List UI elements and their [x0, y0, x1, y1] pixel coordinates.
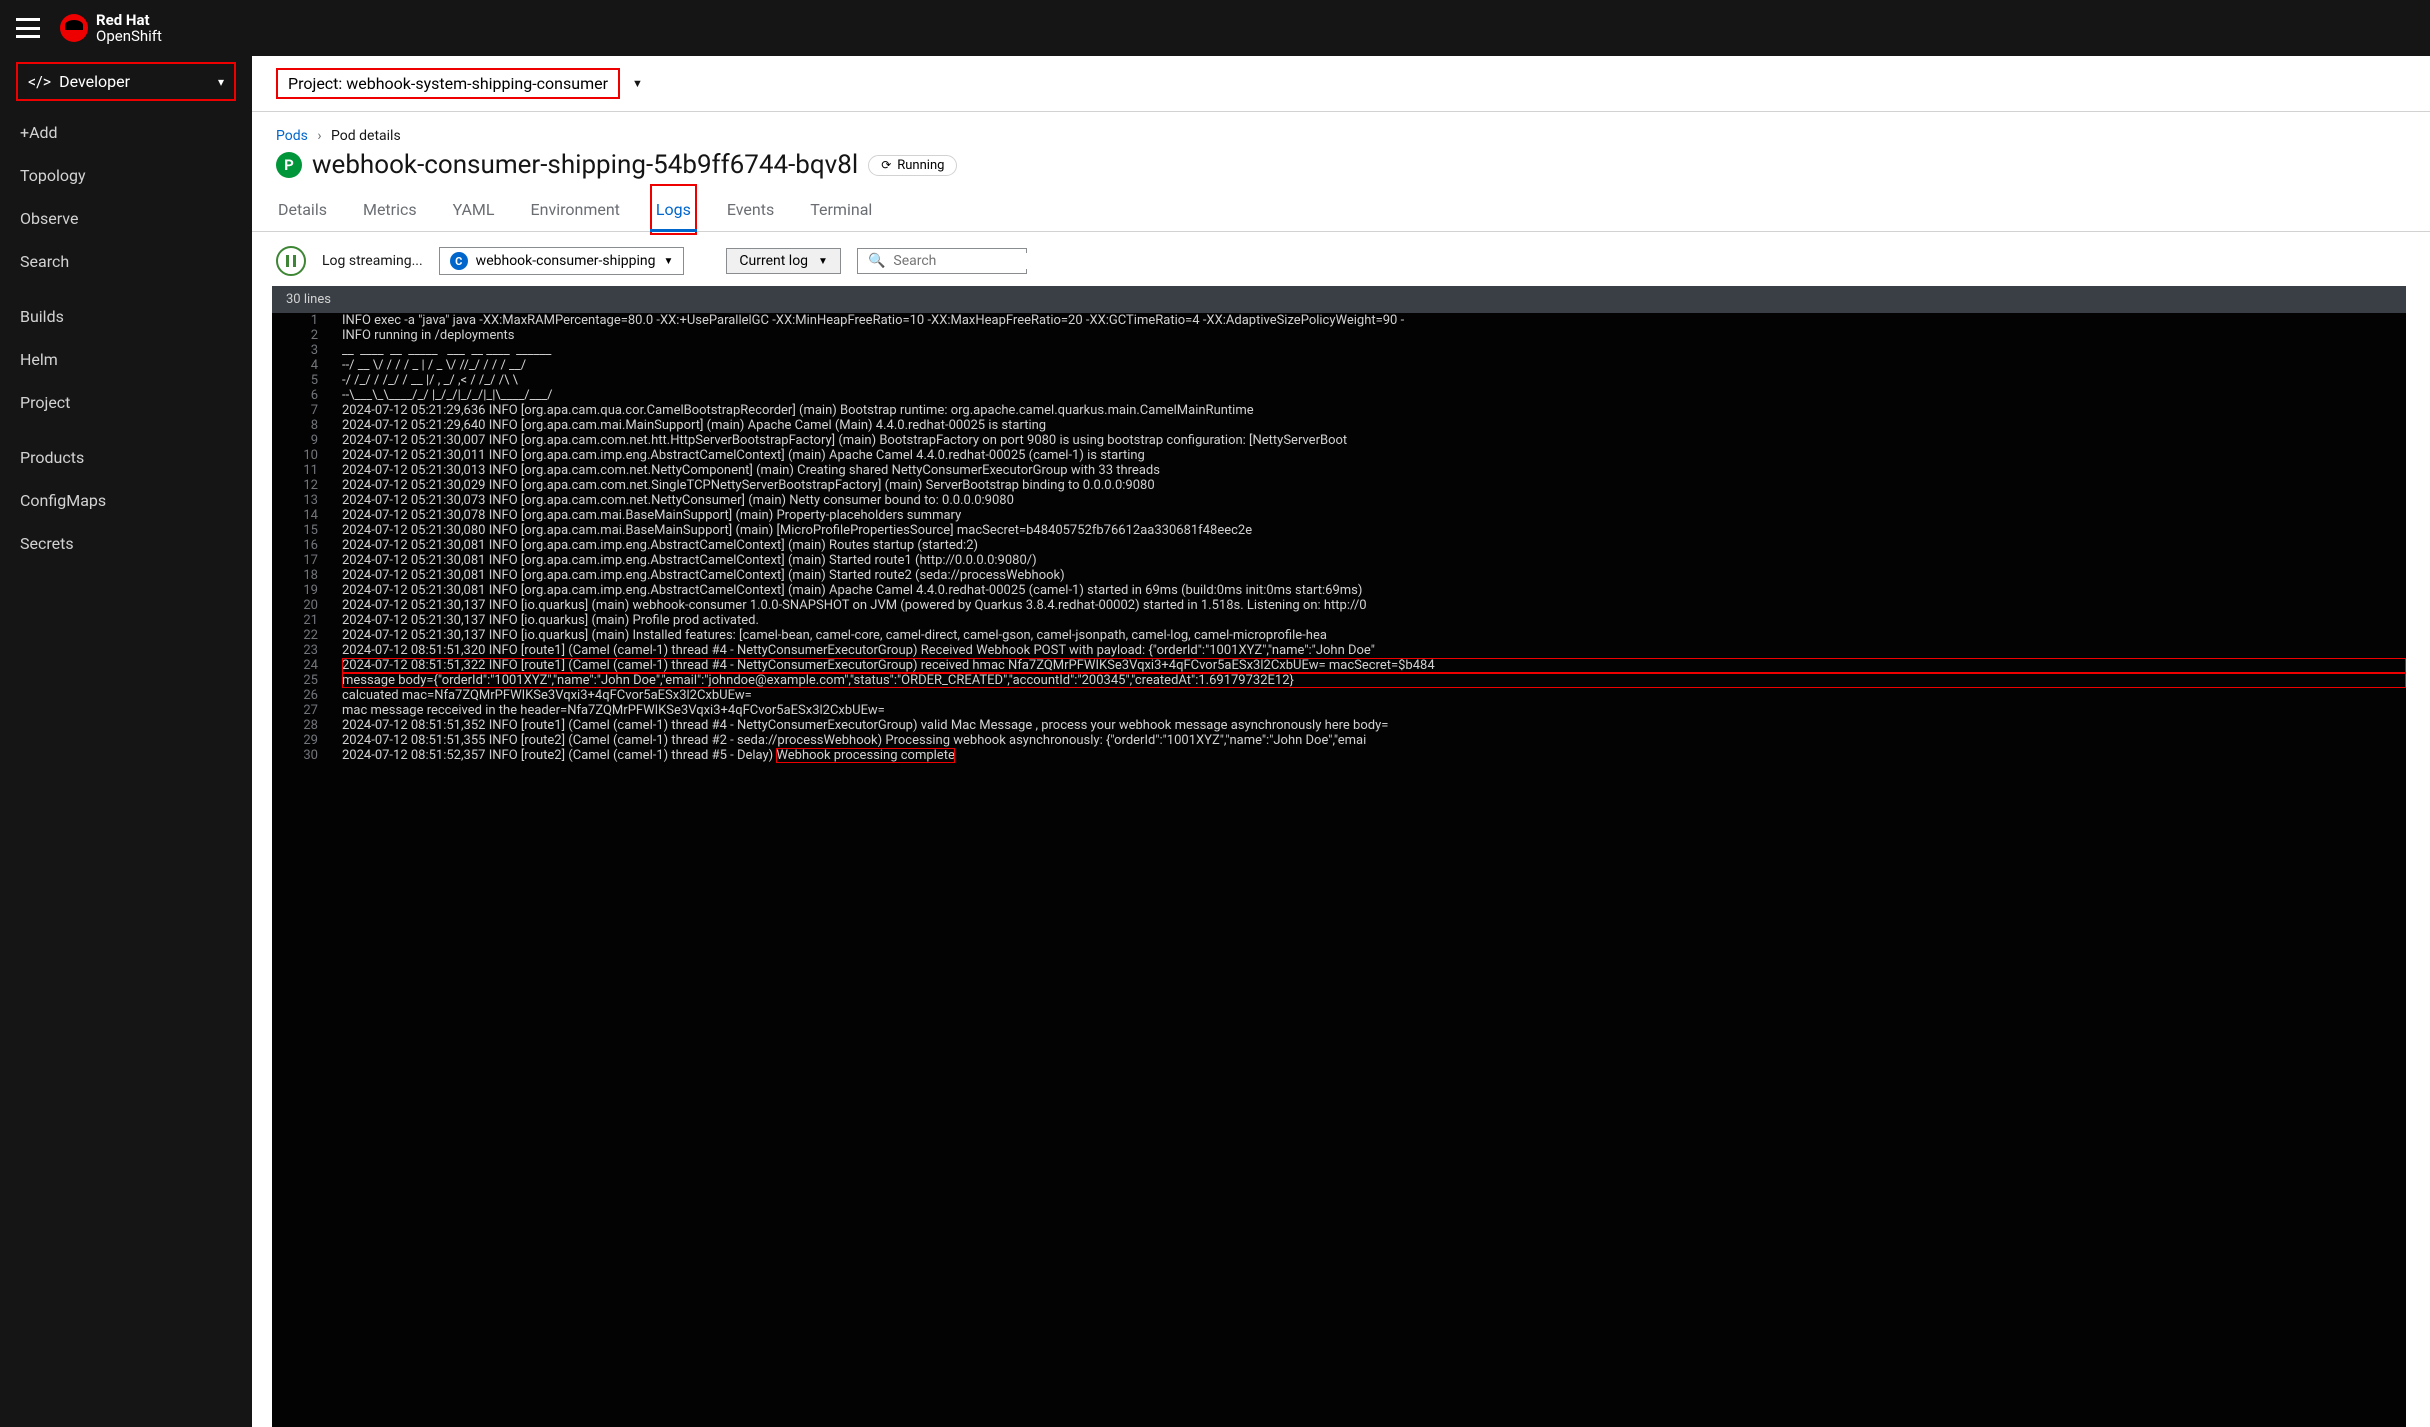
status-badge: ⟳ Running	[868, 155, 957, 176]
log-line: 212024-07-12 05:21:30,137 INFO [io.quark…	[272, 613, 2406, 628]
tab-terminal[interactable]: Terminal	[808, 188, 874, 231]
log-line: 242024-07-12 08:51:51,322 INFO [route1] …	[272, 658, 2406, 673]
log-line: 1INFO exec -a "java" java -XX:MaxRAMPerc…	[272, 313, 2406, 328]
sidebar-item-helm[interactable]: Helm	[0, 338, 252, 381]
log-line: 6--\___\_\____/_/ |_/_/|_/_/|_|\____/___…	[272, 388, 2406, 403]
search-input[interactable]: 🔍	[857, 248, 1027, 274]
breadcrumb-current: Pod details	[331, 128, 401, 144]
tab-yaml[interactable]: YAML	[451, 188, 497, 231]
log-line: 92024-07-12 05:21:30,007 INFO [org.apa.c…	[272, 433, 2406, 448]
log-line: 25message body={"orderId":"1001XYZ","nam…	[272, 673, 2406, 688]
breadcrumb-root[interactable]: Pods	[276, 128, 308, 144]
top-bar: Red Hat OpenShift	[0, 0, 2430, 56]
log-line: 27mac message recceived in the header=Nf…	[272, 703, 2406, 718]
log-line: 5-/ /_/ / /_/ / __ |/ , _/ ,< / /_/ /\ \	[272, 373, 2406, 388]
tab-logs[interactable]: Logs	[654, 188, 693, 231]
tab-details[interactable]: Details	[276, 188, 329, 231]
chevron-down-icon: ▼	[663, 256, 673, 267]
sidebar-item-search[interactable]: Search	[0, 240, 252, 283]
log-line: 122024-07-12 05:21:30,029 INFO [org.apa.…	[272, 478, 2406, 493]
sidebar-item-configmaps[interactable]: ConfigMaps	[0, 479, 252, 522]
tab-events[interactable]: Events	[725, 188, 776, 231]
log-line: 3__ ____ __ _____ ___ __ ____ ______	[272, 343, 2406, 358]
log-line: 292024-07-12 08:51:51,355 INFO [route2] …	[272, 733, 2406, 748]
log-line: 172024-07-12 05:21:30,081 INFO [org.apa.…	[272, 553, 2406, 568]
sidebar-item-products[interactable]: Products	[0, 436, 252, 479]
log-line: 192024-07-12 05:21:30,081 INFO [org.apa.…	[272, 583, 2406, 598]
code-icon: </>	[28, 72, 51, 91]
log-line: 302024-07-12 08:51:52,357 INFO [route2] …	[272, 748, 2406, 763]
log-line: 232024-07-12 08:51:51,320 INFO [route1] …	[272, 643, 2406, 658]
container-badge-icon: C	[450, 252, 468, 270]
sync-icon: ⟳	[881, 158, 891, 172]
chevron-down-icon[interactable]: ▼	[632, 77, 643, 90]
brand-line2: OpenShift	[96, 28, 162, 45]
sidebar-item-observe[interactable]: Observe	[0, 197, 252, 240]
log-body[interactable]: 1INFO exec -a "java" java -XX:MaxRAMPerc…	[272, 313, 2406, 1427]
sidebar-item-builds[interactable]: Builds	[0, 295, 252, 338]
log-line: 222024-07-12 05:21:30,137 INFO [io.quark…	[272, 628, 2406, 643]
tab-metrics[interactable]: Metrics	[361, 188, 419, 231]
sidebar: </> Developer ▾ +AddTopologyObserveSearc…	[0, 56, 252, 1427]
log-line: 182024-07-12 05:21:30,081 INFO [org.apa.…	[272, 568, 2406, 583]
log-line: 282024-07-12 08:51:51,352 INFO [route1] …	[272, 718, 2406, 733]
search-field[interactable]	[893, 253, 1071, 269]
container-selector[interactable]: C webhook-consumer-shipping ▼	[439, 247, 685, 275]
tab-environment[interactable]: Environment	[529, 188, 622, 231]
content: Project: webhook-system-shipping-consume…	[252, 56, 2430, 1427]
log-line: 202024-07-12 05:21:30,137 INFO [io.quark…	[272, 598, 2406, 613]
brand: Red Hat OpenShift	[60, 12, 162, 45]
perspective-switcher[interactable]: </> Developer ▾	[16, 62, 236, 101]
log-source-selector[interactable]: Current log ▼	[726, 248, 841, 274]
log-line: 2INFO running in /deployments	[272, 328, 2406, 343]
sidebar-item-project[interactable]: Project	[0, 381, 252, 424]
log-line: 4--/ __ \/ / / / _ | / _ \/ //_/ / / / _…	[272, 358, 2406, 373]
sidebar-item-secrets[interactable]: Secrets	[0, 522, 252, 565]
streaming-label: Log streaming...	[322, 253, 423, 269]
project-selector[interactable]: Project: webhook-system-shipping-consume…	[276, 68, 620, 99]
hamburger-icon[interactable]	[16, 18, 40, 38]
log-line: 72024-07-12 05:21:29,636 INFO [org.apa.c…	[272, 403, 2406, 418]
sidebar-nav: +AddTopologyObserveSearch BuildsHelmProje…	[0, 111, 252, 1427]
log-line: 82024-07-12 05:21:29,640 INFO [org.apa.c…	[272, 418, 2406, 433]
search-icon: 🔍	[868, 253, 885, 269]
log-line: 162024-07-12 05:21:30,081 INFO [org.apa.…	[272, 538, 2406, 553]
redhat-fedora-icon	[60, 14, 88, 42]
chevron-down-icon: ▾	[218, 75, 224, 89]
log-line: 142024-07-12 05:21:30,078 INFO [org.apa.…	[272, 508, 2406, 523]
chevron-right-icon: ›	[317, 128, 321, 144]
pause-icon	[286, 255, 296, 267]
log-panel: 30 lines 1INFO exec -a "java" java -XX:M…	[252, 286, 2430, 1427]
log-line: 102024-07-12 05:21:30,011 INFO [org.apa.…	[272, 448, 2406, 463]
log-line: 112024-07-12 05:21:30,013 INFO [org.apa.…	[272, 463, 2406, 478]
chevron-down-icon: ▼	[818, 256, 828, 267]
log-line: 152024-07-12 05:21:30,080 INFO [org.apa.…	[272, 523, 2406, 538]
title-bar: P webhook-consumer-shipping-54b9ff6744-b…	[252, 148, 2430, 188]
tabs: Details Metrics YAML Environment Logs Events T…	[252, 188, 2430, 232]
log-toolbar: Log streaming... C webhook-consumer-ship…	[252, 232, 2430, 286]
sidebar-item-add[interactable]: +Add	[0, 111, 252, 154]
project-bar: Project: webhook-system-shipping-consume…	[252, 56, 2430, 112]
log-line: 132024-07-12 05:21:30,073 INFO [org.apa.…	[272, 493, 2406, 508]
log-line: 26calcuated mac=Nfa7ZQMrPFWIKSe3Vqxi3+4q…	[272, 688, 2406, 703]
breadcrumb: Pods › Pod details	[252, 112, 2430, 148]
perspective-label: Developer	[59, 72, 130, 91]
pause-stream-button[interactable]	[276, 246, 306, 276]
sidebar-item-topology[interactable]: Topology	[0, 154, 252, 197]
brand-line1: Red Hat	[96, 12, 162, 29]
pod-title: webhook-consumer-shipping-54b9ff6744-bqv…	[312, 150, 858, 180]
log-line-count: 30 lines	[272, 286, 2406, 313]
pod-badge-icon: P	[276, 152, 302, 178]
